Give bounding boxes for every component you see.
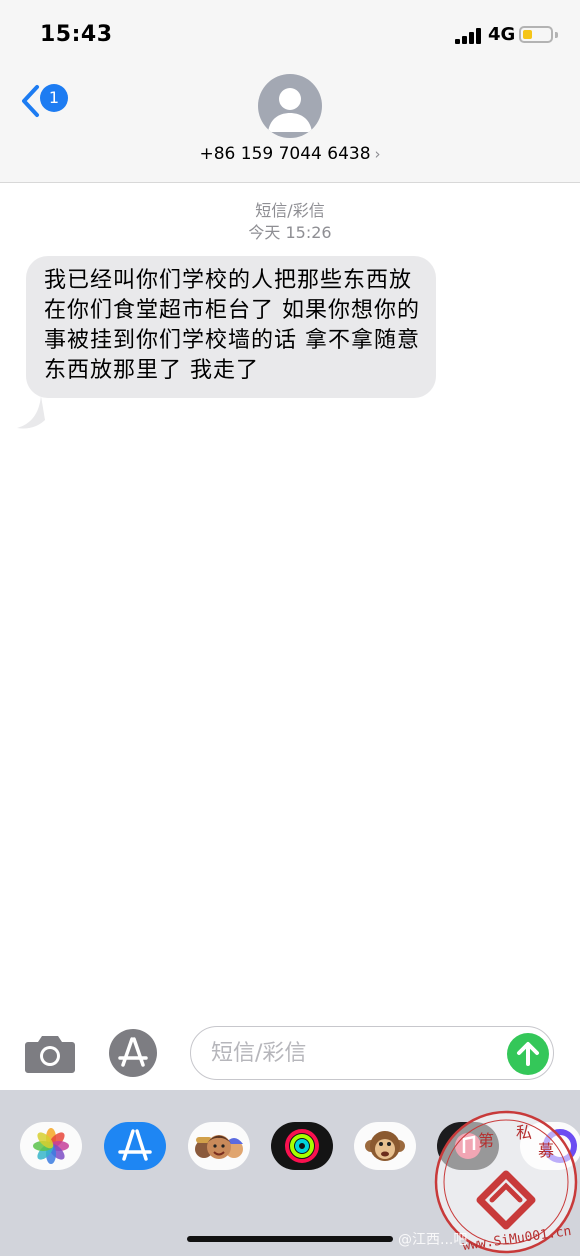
home-indicator[interactable]: [187, 1236, 393, 1242]
bubble-tail: [17, 396, 45, 429]
unread-count-badge: 1: [40, 84, 68, 112]
battery-cap: [555, 32, 558, 38]
message-input[interactable]: [190, 1026, 554, 1080]
contact-number[interactable]: +86 159 7044 6438 ›: [0, 144, 580, 164]
watermark-credit: @江西...吧: [398, 1232, 468, 1248]
animoji-app-button[interactable]: [354, 1122, 416, 1170]
chevron-right-icon: ›: [374, 145, 381, 163]
app-store-icon: [118, 1129, 152, 1161]
person-icon: [268, 88, 312, 132]
app-store-app-button[interactable]: [104, 1122, 166, 1170]
activity-app-button[interactable]: [271, 1122, 333, 1170]
memoji-stickers-icon: [195, 1135, 243, 1159]
status-bar: 15:43 4G: [0, 0, 580, 70]
svg-text:第: 第: [478, 1131, 494, 1150]
animoji-monkey-icon: [365, 1131, 405, 1161]
service-label: 短信/彩信: [255, 201, 325, 220]
conversation-meta: 短信/彩信 今天 15:26: [0, 200, 580, 244]
svg-text:募: 募: [538, 1141, 554, 1160]
photos-icon: [33, 1128, 69, 1164]
status-time: 15:43: [40, 22, 113, 47]
memoji-stickers-app-button[interactable]: [188, 1122, 250, 1170]
contact-avatar[interactable]: [258, 74, 322, 138]
network-type: 4G: [488, 24, 516, 45]
chevron-left-icon: [22, 85, 39, 117]
photos-app-button[interactable]: [20, 1122, 82, 1170]
camera-icon: [25, 1036, 75, 1073]
battery-icon: [519, 26, 553, 43]
arrow-up-icon: [517, 1042, 539, 1066]
incoming-message-bubble[interactable]: 我已经叫你们学校的人把那些东西放在你们食堂超市柜台了 如果你想你的事被挂到你们学…: [26, 256, 436, 398]
conversation-header: 1 +86 159 7044 6438 ›: [0, 70, 580, 183]
battery-level: [523, 30, 532, 39]
message-timestamp: 今天 15:26: [248, 223, 332, 242]
cellular-signal-icon: [455, 28, 483, 44]
activity-rings-icon: [285, 1129, 319, 1163]
contact-number-text: +86 159 7044 6438: [199, 144, 371, 164]
app-store-icon: [109, 1029, 157, 1077]
send-button[interactable]: [507, 1033, 549, 1075]
apps-button[interactable]: [107, 1028, 159, 1078]
camera-button[interactable]: [24, 1032, 76, 1074]
svg-text:私: 私: [516, 1123, 532, 1142]
back-button[interactable]: 1: [18, 82, 78, 122]
